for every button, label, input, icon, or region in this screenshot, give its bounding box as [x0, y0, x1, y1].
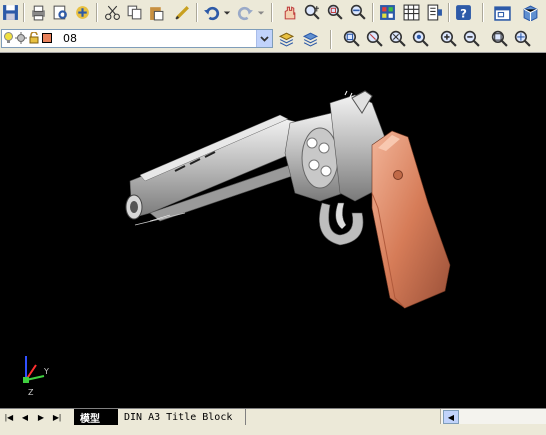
separator: [96, 3, 98, 22]
zoom-window-icon[interactable]: [325, 2, 346, 23]
undo-icon[interactable]: [201, 2, 222, 23]
zoom-scale-icon[interactable]: [410, 28, 431, 49]
print-icon[interactable]: [28, 2, 49, 23]
cut-icon[interactable]: [102, 2, 123, 23]
layer-previous-icon[interactable]: [300, 28, 321, 49]
zoom-in-icon[interactable]: [438, 28, 459, 49]
zoom-out-icon[interactable]: [461, 28, 482, 49]
zoom-extents-icon[interactable]: [341, 28, 362, 49]
separator: [271, 3, 273, 22]
layer-dropdown[interactable]: 08: [1, 29, 273, 48]
trigger: [335, 202, 347, 230]
zoom-realtime-icon[interactable]: [302, 2, 323, 23]
zoom-previous-icon[interactable]: [348, 2, 369, 23]
lock-icon[interactable]: [29, 31, 39, 44]
last-tab-icon[interactable]: ▶|: [50, 410, 64, 424]
drawing-viewport[interactable]: Y Z: [0, 53, 546, 408]
separator: [23, 3, 25, 22]
scroll-left-icon[interactable]: ◀: [443, 410, 459, 424]
zoom-object-icon[interactable]: [512, 28, 533, 49]
redo-dropdown-icon[interactable]: [256, 2, 266, 23]
viewport-icon[interactable]: [492, 2, 513, 23]
publish-icon[interactable]: [72, 2, 93, 23]
revolver-model: Y Z: [23, 90, 451, 397]
separator: [372, 3, 374, 22]
zoom-window2-icon[interactable]: [364, 28, 385, 49]
undo-dropdown-icon[interactable]: [222, 2, 232, 23]
separator: [482, 3, 484, 22]
tab-din-a3-title-block[interactable]: DIN A3 Title Block: [118, 409, 246, 425]
paste-icon[interactable]: [146, 2, 167, 23]
horizontal-scrollbar[interactable]: ◀: [440, 409, 546, 424]
separator: [330, 30, 332, 49]
svg-text:?: ?: [460, 6, 467, 20]
separator: [196, 3, 198, 22]
separator: [448, 3, 450, 22]
zoom-all-icon[interactable]: [489, 28, 510, 49]
pan-icon[interactable]: [279, 2, 300, 23]
chevron-down-icon[interactable]: [256, 30, 272, 47]
grip: [371, 130, 451, 309]
layer-name: 08: [63, 32, 77, 45]
zoom-dynamic-icon[interactable]: [387, 28, 408, 49]
next-tab-icon[interactable]: ▶: [34, 410, 48, 424]
status-strip: [0, 425, 546, 435]
ucs-z-label: Z: [28, 388, 34, 397]
ucs-icon: [23, 356, 45, 383]
prev-tab-icon[interactable]: ◀: [18, 410, 32, 424]
match-properties-icon[interactable]: [172, 2, 193, 23]
ucs-y-label: Y: [43, 367, 49, 376]
bulb-on-icon[interactable]: [4, 32, 13, 44]
3d-view-icon[interactable]: [520, 2, 541, 23]
redo-icon[interactable]: [235, 2, 256, 23]
properties-icon[interactable]: [377, 2, 398, 23]
help-icon[interactable]: ?: [453, 2, 474, 23]
first-tab-icon[interactable]: |◀: [2, 410, 16, 424]
sun-icon[interactable]: [15, 32, 27, 44]
design-center-icon[interactable]: [401, 2, 422, 23]
copy-icon[interactable]: [124, 2, 145, 23]
standard-toolbar: ?: [0, 0, 546, 27]
print-preview-icon[interactable]: [50, 2, 71, 23]
save-icon[interactable]: [0, 2, 21, 23]
color-swatch-icon[interactable]: [42, 33, 52, 43]
layer-state-icon[interactable]: [276, 28, 297, 49]
tab-model[interactable]: 模型: [74, 409, 118, 425]
tool-palettes-icon[interactable]: [424, 2, 445, 23]
